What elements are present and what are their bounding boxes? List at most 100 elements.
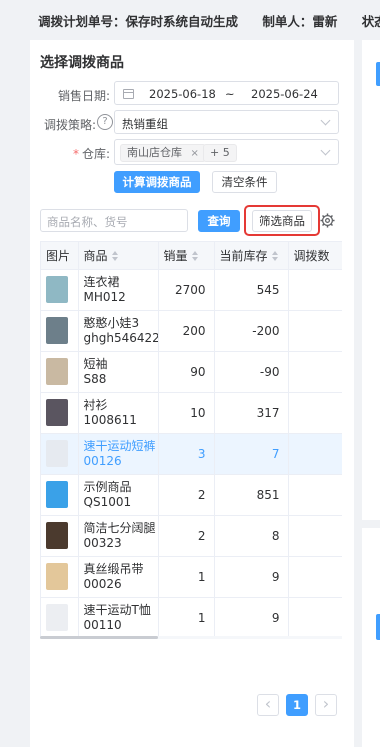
goods-table: 图片 商品 销量 当前库存 调拨数 连衣裙 MH012 2700 545 憨憨小娃3 gh… xyxy=(40,241,342,639)
table-scrollbar-thumb[interactable] xyxy=(40,636,158,639)
sale-date-range-picker[interactable]: 2025-06-18 ~ 2025-06-24 xyxy=(114,81,339,105)
sales-cell: 3 xyxy=(158,433,215,475)
stock-cell: 9 xyxy=(214,597,289,639)
transfer-qty-cell[interactable] xyxy=(288,474,342,516)
plan-number-label: 调拨计划单号：保存时系统自动生成 xyxy=(38,14,239,29)
product-name: 衬衫 xyxy=(83,397,108,412)
table-row[interactable]: 衬衫 1008611 10 317 xyxy=(41,392,342,434)
transfer-qty-cell[interactable] xyxy=(288,556,342,598)
column-header-transfer-qty: 调拨数 xyxy=(288,242,342,270)
transfer-qty-cell[interactable] xyxy=(288,433,342,475)
product-cell: 速干运动T恤 00110 xyxy=(78,597,159,639)
sales-cell: 10 xyxy=(158,392,215,434)
transfer-qty-cell[interactable] xyxy=(288,392,342,434)
creator-label: 制单人：雷新 xyxy=(262,14,338,29)
warehouse-label-text: 仓库: xyxy=(81,147,110,161)
transfer-qty-cell[interactable] xyxy=(288,515,342,557)
sales-cell: 2700 xyxy=(158,269,215,311)
product-code: MH012 xyxy=(83,289,126,304)
transfer-qty-cell[interactable] xyxy=(288,351,342,393)
next-page-button[interactable]: › xyxy=(315,694,337,716)
select-goods-panel: 选择调拨商品 销售日期: 2025-06-18 ~ 2025-06-24 调拨策… xyxy=(30,40,354,747)
column-header-product[interactable]: 商品 xyxy=(78,242,159,270)
product-cell: 真丝缎吊带 00026 xyxy=(78,556,159,598)
column-header-product-label: 商品 xyxy=(83,248,108,263)
product-cell: 简洁七分阔腿 00323 xyxy=(78,515,159,557)
transfer-qty-cell[interactable] xyxy=(288,269,342,311)
table-row[interactable]: 真丝缎吊带 00026 1 9 xyxy=(41,556,342,598)
date-separator: ~ xyxy=(225,87,235,101)
product-thumbnail xyxy=(46,276,68,303)
column-header-image: 图片 xyxy=(41,242,79,270)
calculate-goods-button[interactable]: 计算调拨商品 xyxy=(114,171,200,193)
strategy-label: 调拨策略: xyxy=(43,118,96,132)
close-icon[interactable]: × xyxy=(191,148,199,159)
column-header-sales-label: 销量 xyxy=(163,248,188,263)
product-thumbnail xyxy=(46,522,68,549)
product-cell: 衬衫 1008611 xyxy=(78,392,159,434)
right-panel-edge xyxy=(362,40,380,747)
sales-cell: 2 xyxy=(158,474,215,516)
product-name: 速干运动短裤 xyxy=(83,438,156,453)
page-1-button[interactable]: 1 xyxy=(286,694,308,716)
sale-date-label: 销售日期: xyxy=(57,89,110,103)
product-name: 连衣裙 xyxy=(83,274,120,289)
sort-caret-icon[interactable] xyxy=(111,251,118,262)
warehouse-multi-select[interactable]: 南山店仓库 × + 5 xyxy=(114,139,339,165)
warehouse-more-tag: + 5 xyxy=(203,144,237,162)
table-row[interactable]: 简洁七分阔腿 00323 2 8 xyxy=(41,515,342,557)
stock-cell: 851 xyxy=(214,474,289,516)
stock-cell: 317 xyxy=(214,392,289,434)
table-row[interactable]: 速干运动短裤 00126 3 7 xyxy=(41,433,342,475)
transfer-qty-cell[interactable] xyxy=(288,310,342,352)
product-cell: 憨憨小娃3 ghgh546422 xyxy=(78,310,159,352)
warehouse-tag: 南山店仓库 × xyxy=(120,144,206,162)
status-label: 状态： xyxy=(361,14,380,29)
table-row[interactable]: 速干运动T恤 00110 1 9 xyxy=(41,597,342,639)
column-header-stock[interactable]: 当前库存 xyxy=(214,242,289,270)
gear-icon[interactable] xyxy=(320,213,335,228)
product-thumbnail xyxy=(46,481,68,508)
column-header-stock-label: 当前库存 xyxy=(219,248,268,263)
sort-caret-icon[interactable] xyxy=(191,251,198,262)
transfer-qty-cell[interactable] xyxy=(288,597,342,639)
strategy-select[interactable]: 热销重组 xyxy=(114,110,339,134)
right-panel-button-edge-2[interactable] xyxy=(376,614,380,640)
filter-goods-button[interactable]: 筛选商品 xyxy=(252,210,312,232)
product-code: 1008611 xyxy=(83,412,137,427)
product-thumbnail xyxy=(46,563,68,590)
table-row[interactable]: 示例商品 QS1001 2 851 xyxy=(41,474,342,516)
stock-cell: 545 xyxy=(214,269,289,311)
prev-page-button[interactable]: ‹ xyxy=(257,694,279,716)
product-thumbnail xyxy=(46,399,68,426)
help-circle-icon[interactable]: ? xyxy=(97,114,113,130)
product-cell: 速干运动短裤 00126 xyxy=(78,433,159,475)
sort-caret-icon[interactable] xyxy=(271,251,278,262)
query-button[interactable]: 查询 xyxy=(198,210,240,232)
product-name: 短袖 xyxy=(83,356,108,371)
product-cell: 短袖 S88 xyxy=(78,351,159,393)
table-row[interactable]: 憨憨小娃3 ghgh546422 200 -200 xyxy=(41,310,342,352)
right-panel-divider xyxy=(362,520,380,528)
product-cell: 连衣裙 MH012 xyxy=(78,269,159,311)
table-row[interactable]: 短袖 S88 90 -90 xyxy=(41,351,342,393)
sales-cell: 90 xyxy=(158,351,215,393)
right-panel-button-edge[interactable] xyxy=(376,62,380,86)
column-header-sales[interactable]: 销量 xyxy=(158,242,215,270)
product-code: 00126 xyxy=(83,453,122,468)
product-image-cell xyxy=(41,597,79,639)
product-code: 00026 xyxy=(83,576,122,591)
table-header-row: 图片 商品 销量 当前库存 调拨数 xyxy=(41,242,342,270)
date-start[interactable]: 2025-06-18 xyxy=(149,87,216,101)
table-row[interactable]: 连衣裙 MH012 2700 545 xyxy=(41,269,342,311)
date-end[interactable]: 2025-06-24 xyxy=(251,87,318,101)
table-scrollbar-track[interactable] xyxy=(40,636,342,639)
clear-conditions-button[interactable]: 清空条件 xyxy=(212,171,277,193)
search-input[interactable]: 商品名称、货号 xyxy=(40,209,188,232)
product-cell: 示例商品 QS1001 xyxy=(78,474,159,516)
product-image-cell xyxy=(41,474,79,516)
product-thumbnail xyxy=(46,440,68,467)
product-image-cell xyxy=(41,556,79,598)
product-name: 憨憨小娃3 xyxy=(83,315,140,330)
product-image-cell xyxy=(41,433,79,475)
